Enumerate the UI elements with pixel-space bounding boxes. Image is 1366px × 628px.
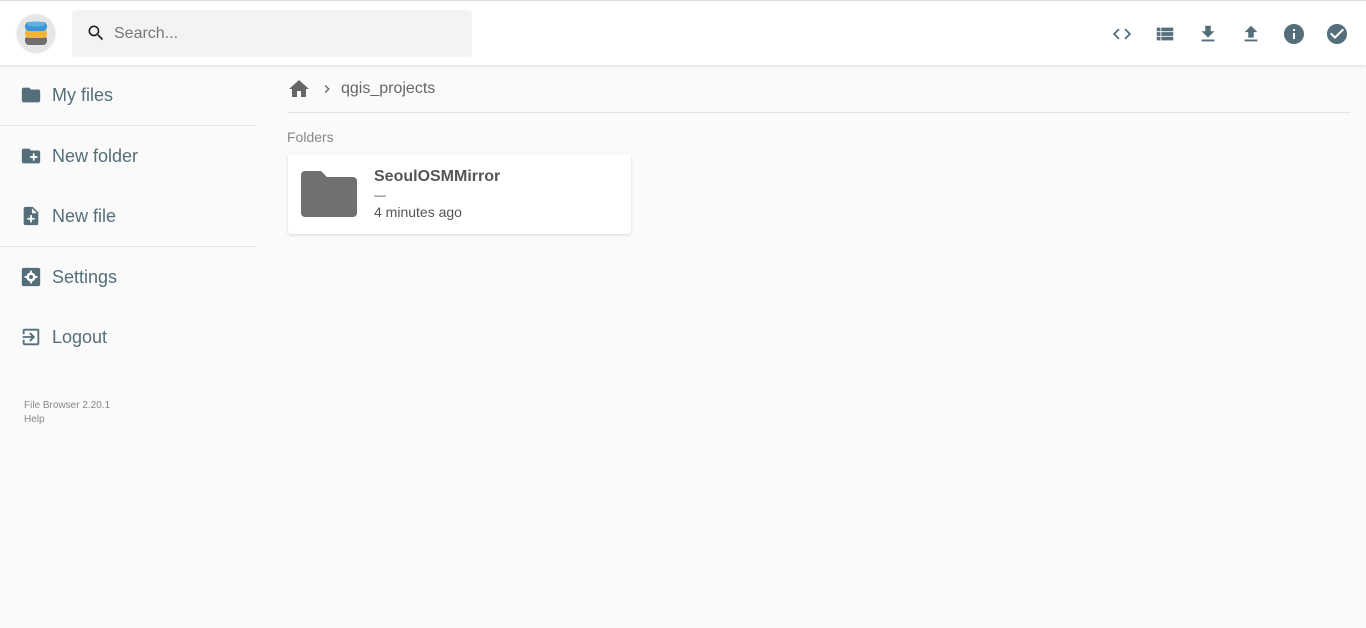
item-modified: 4 minutes ago (374, 204, 462, 220)
sidebar-item-label: New folder (52, 145, 139, 166)
shell-toggle-button[interactable] (1100, 12, 1143, 55)
download-button[interactable] (1186, 12, 1229, 55)
sidebar-item-label: Settings (52, 266, 118, 287)
search-box[interactable] (72, 10, 472, 57)
check-circle-icon (1326, 23, 1347, 44)
info-button[interactable] (1272, 12, 1315, 55)
search-input[interactable] (114, 10, 454, 57)
breadcrumb: qgis_projects (287, 65, 1350, 113)
header-actions (1100, 12, 1358, 55)
note-add-icon (20, 205, 42, 227)
item-name: SeoulOSMMirror (374, 168, 501, 185)
create-new-folder-icon (20, 145, 42, 167)
home-icon (289, 79, 309, 97)
file-listing: qgis_projects Folders SeoulOSMMirror — 4… (287, 65, 1350, 234)
folder-icon (301, 171, 357, 217)
search-icon (88, 25, 104, 41)
credits: File Browser 2.20.1 Help (24, 399, 110, 427)
sidebar-item-label: My files (52, 84, 114, 105)
sidebar-item-label: New file (52, 205, 117, 226)
download-icon (1201, 25, 1214, 41)
folder-item[interactable]: SeoulOSMMirror — 4 minutes ago (288, 154, 631, 234)
sidebar-item-new-folder[interactable]: New folder (0, 126, 256, 186)
select-multiple-button[interactable] (1315, 12, 1358, 55)
info-icon (1283, 23, 1304, 44)
folder-icon (20, 84, 42, 106)
code-icon (1112, 28, 1131, 39)
top-bar (0, 0, 1366, 65)
breadcrumb-item[interactable]: qgis_projects (341, 80, 435, 98)
sidebar-item-logout[interactable]: Logout (0, 307, 256, 367)
sidebar-item-settings[interactable]: Settings (0, 247, 256, 307)
sidebar-item-label: Logout (52, 326, 108, 347)
chevron-right-icon (319, 81, 335, 97)
home-button[interactable] (287, 77, 311, 101)
settings-icon (20, 266, 42, 288)
view-list-icon (1156, 27, 1173, 40)
upload-button[interactable] (1229, 12, 1272, 55)
sidebar: My files New folder New file Settings Lo… (0, 65, 256, 367)
section-title: Folders (287, 129, 334, 145)
version-text: File Browser 2.20.1 (24, 400, 111, 411)
sidebar-item-new-file[interactable]: New file (0, 186, 256, 246)
app-logo[interactable] (17, 14, 55, 52)
help-link[interactable]: Help (24, 413, 110, 427)
upload-icon (1244, 25, 1257, 41)
switch-view-button[interactable] (1143, 12, 1186, 55)
item-size: — (374, 188, 386, 202)
sidebar-item-my-files[interactable]: My files (0, 65, 256, 125)
database-logo-icon (25, 21, 47, 45)
exit-icon (20, 326, 42, 348)
